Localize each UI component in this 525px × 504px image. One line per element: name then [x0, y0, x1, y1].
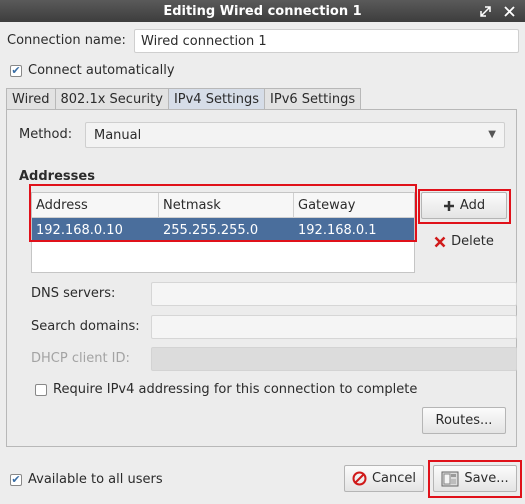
- addresses-title: Addresses: [19, 169, 95, 184]
- add-button[interactable]: Add: [421, 192, 507, 219]
- connection-name-input[interactable]: Wired connection 1: [134, 29, 519, 53]
- settings-tabs: Wired 802.1x Security IPv4 Settings IPv6…: [6, 88, 362, 109]
- routes-button[interactable]: Routes...: [422, 407, 506, 434]
- dhcp-client-id-label: DHCP client ID:: [31, 351, 130, 366]
- tab-wired-label: Wired: [12, 91, 50, 107]
- search-domains-input[interactable]: [151, 315, 517, 339]
- available-all-users-label: Available to all users: [28, 472, 163, 487]
- cell-address[interactable]: 192.168.0.10: [32, 218, 159, 242]
- maximize-icon[interactable]: [477, 3, 493, 19]
- connect-automatically-label: Connect automatically: [28, 63, 175, 78]
- dns-servers-label: DNS servers:: [31, 286, 116, 301]
- cancel-icon: [352, 471, 367, 486]
- available-all-users-row[interactable]: ✔ Available to all users: [10, 472, 163, 487]
- column-header-netmask[interactable]: Netmask: [159, 193, 294, 217]
- window-titlebar: Editing Wired connection 1: [0, 0, 525, 22]
- tab-wired[interactable]: Wired: [6, 88, 56, 109]
- routes-button-label: Routes...: [435, 413, 493, 428]
- add-button-label: Add: [459, 198, 486, 213]
- connect-automatically-checkbox[interactable]: ✔: [10, 64, 22, 77]
- tab-ipv6-settings[interactable]: IPv6 Settings: [264, 88, 362, 109]
- cell-netmask[interactable]: 255.255.255.0: [159, 218, 294, 242]
- save-icon: [441, 470, 459, 488]
- connection-name-value: Wired connection 1: [141, 33, 267, 49]
- require-ipv4-label: Require IPv4 addressing for this connect…: [53, 382, 418, 397]
- dns-servers-input[interactable]: [151, 282, 517, 306]
- dropdown-arrow-icon: ▼: [488, 129, 496, 140]
- method-value: Manual: [94, 127, 142, 143]
- table-row[interactable]: 192.168.0.10 255.255.255.0 192.168.0.1: [32, 218, 414, 242]
- delete-x-icon: [434, 236, 446, 248]
- plus-icon: [443, 200, 455, 212]
- tab-ipv6-settings-label: IPv6 Settings: [270, 91, 356, 107]
- connection-name-label: Connection name:: [7, 33, 126, 48]
- cell-gateway[interactable]: 192.168.0.1: [294, 218, 414, 242]
- save-button[interactable]: Save...: [433, 465, 517, 492]
- column-header-gateway[interactable]: Gateway: [294, 193, 414, 217]
- window-title: Editing Wired connection 1: [163, 3, 362, 19]
- method-select[interactable]: Manual ▼: [85, 122, 505, 148]
- tab-ipv4-settings[interactable]: IPv4 Settings: [167, 88, 266, 109]
- tab-8021x-security-label: 802.1x Security: [60, 91, 163, 107]
- column-header-address[interactable]: Address: [32, 193, 159, 217]
- close-icon[interactable]: [501, 3, 517, 19]
- addresses-table-header: Address Netmask Gateway: [32, 193, 414, 218]
- dhcp-client-id-input: [151, 347, 517, 371]
- available-all-users-checkbox[interactable]: ✔: [10, 473, 22, 486]
- cancel-button[interactable]: Cancel: [344, 465, 424, 492]
- search-domains-label: Search domains:: [31, 319, 140, 334]
- connect-automatically-row[interactable]: ✔ Connect automatically: [10, 63, 175, 78]
- delete-button-label: Delete: [451, 234, 494, 249]
- delete-button[interactable]: Delete: [421, 228, 507, 255]
- require-ipv4-checkbox[interactable]: [35, 383, 47, 396]
- method-label: Method:: [19, 127, 73, 142]
- tab-8021x-security[interactable]: 802.1x Security: [54, 88, 169, 109]
- tab-ipv4-settings-label: IPv4 Settings: [173, 91, 260, 107]
- save-button-label: Save...: [464, 471, 509, 486]
- cancel-button-label: Cancel: [371, 471, 417, 486]
- require-ipv4-row[interactable]: Require IPv4 addressing for this connect…: [35, 382, 417, 397]
- addresses-table[interactable]: Address Netmask Gateway 192.168.0.10 255…: [31, 192, 415, 273]
